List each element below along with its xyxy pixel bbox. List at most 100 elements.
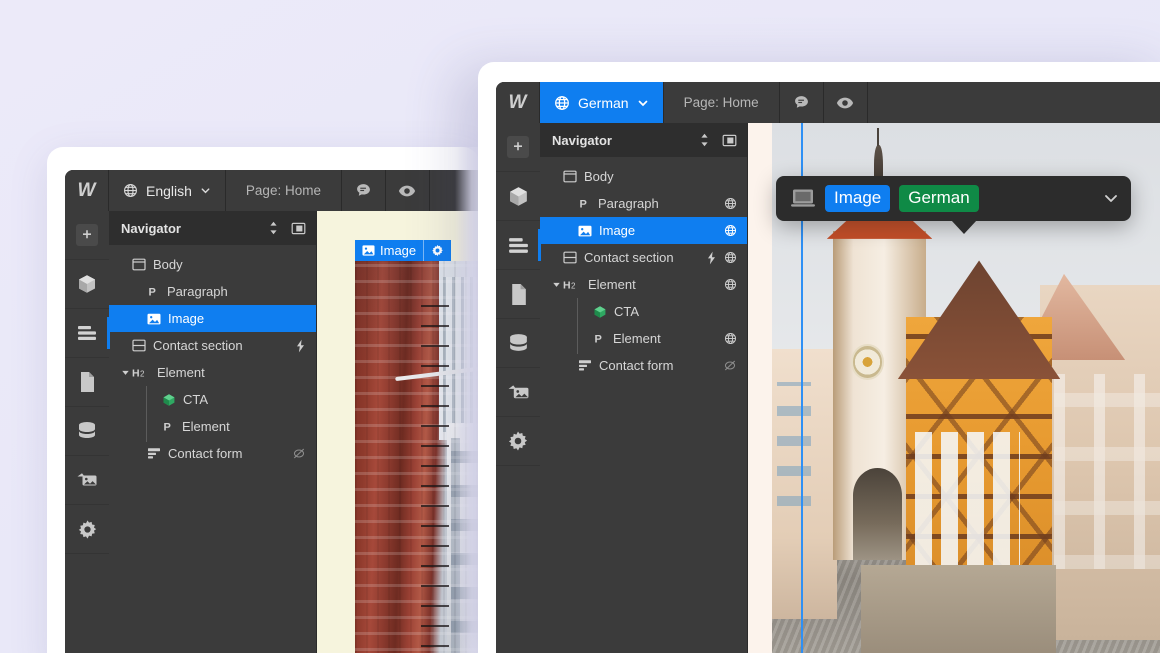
navigator-item-image[interactable]: Image xyxy=(540,217,747,244)
globe-icon[interactable] xyxy=(724,332,737,345)
page-label[interactable]: Page: Home xyxy=(226,170,342,211)
element-locale-badge[interactable]: Image German xyxy=(776,176,1131,221)
sort-updown-icon[interactable] xyxy=(268,221,279,235)
form-icon xyxy=(578,359,592,372)
h2-icon: H2 xyxy=(132,366,150,379)
page-label[interactable]: Page: Home xyxy=(664,82,780,123)
locale-switcher[interactable]: German xyxy=(540,82,664,123)
navigator-item-indicators xyxy=(716,197,737,210)
navigator-item-image[interactable]: Image xyxy=(109,305,316,332)
chevron-down-icon[interactable] xyxy=(550,280,563,289)
navigator-item-body[interactable]: Body xyxy=(540,163,747,190)
svg-text:P: P xyxy=(164,422,171,434)
navigator-item-label: Contact section xyxy=(153,338,243,353)
badge-locale-label[interactable]: German xyxy=(899,185,978,212)
rail-pages-panel[interactable] xyxy=(65,358,109,407)
navigator-item-cta[interactable]: CTA xyxy=(540,298,747,325)
comment-bubble-icon[interactable] xyxy=(342,170,386,211)
back-element-badge[interactable]: Image xyxy=(355,240,451,261)
image-icon xyxy=(147,312,161,326)
navigator-item-paragraph[interactable]: PParagraph xyxy=(109,278,316,305)
svg-text:P: P xyxy=(580,199,587,211)
navigator-item-contact-form[interactable]: Contact form xyxy=(109,440,316,467)
panel-collapse-icon[interactable] xyxy=(722,134,737,147)
panel-collapse-icon[interactable] xyxy=(291,222,306,235)
database-icon xyxy=(76,421,98,441)
rail-settings-panel[interactable] xyxy=(65,505,109,554)
body-frame-icon xyxy=(563,170,577,183)
foreground-designer-window[interactable]: W German Page: Home xyxy=(478,62,1160,653)
globe-icon[interactable] xyxy=(724,251,737,264)
hidden-eye-icon[interactable] xyxy=(723,359,737,372)
gear-icon xyxy=(507,430,529,452)
rail-add-panel[interactable] xyxy=(496,123,540,172)
eye-icon[interactable] xyxy=(824,82,868,123)
rail-assets-panel[interactable] xyxy=(65,456,109,505)
section-icon xyxy=(132,339,146,352)
chevron-down-icon[interactable] xyxy=(1101,188,1121,208)
sort-updown-icon[interactable] xyxy=(699,133,710,147)
svg-text:2: 2 xyxy=(140,370,145,379)
globe-icon[interactable] xyxy=(724,224,737,237)
bolt-icon[interactable] xyxy=(706,251,717,265)
badge-element-label[interactable]: Image xyxy=(825,185,890,212)
rail-cms-panel[interactable] xyxy=(65,407,109,456)
webflow-logo-icon[interactable]: W xyxy=(496,82,540,123)
navigator-item-cta[interactable]: CTA xyxy=(109,386,316,413)
eye-icon[interactable] xyxy=(386,170,430,211)
navigator-item-label: Body xyxy=(584,169,614,184)
page-icon xyxy=(78,371,96,393)
component-cube-icon xyxy=(593,305,607,319)
rail-components-panel[interactable] xyxy=(65,260,109,309)
navigator-item-contact-section[interactable]: Contact section xyxy=(109,332,316,359)
rail-add-panel[interactable] xyxy=(65,211,109,260)
back-navigator-header: Navigator xyxy=(109,211,316,245)
foreground-window-content: W German Page: Home xyxy=(496,82,1160,653)
navigator-item-element[interactable]: PElement xyxy=(540,325,747,352)
navigator-item-contact-section[interactable]: Contact section xyxy=(540,244,747,271)
locale-switcher[interactable]: English xyxy=(109,170,226,211)
rail-navigator-panel[interactable] xyxy=(496,221,540,270)
rail-navigator-panel[interactable] xyxy=(65,309,109,358)
image-icon xyxy=(578,224,592,238)
navigator-item-element[interactable]: H2Element xyxy=(109,359,316,386)
rail-settings-panel[interactable] xyxy=(496,417,540,466)
navigator-item-label: Body xyxy=(153,257,183,272)
navigator-item-contact-form[interactable]: Contact form xyxy=(540,352,747,379)
front-icon-rail xyxy=(496,123,540,653)
comment-bubble-icon[interactable] xyxy=(780,82,824,123)
navigator-item-element[interactable]: PElement xyxy=(109,413,316,440)
hidden-eye-icon[interactable] xyxy=(292,447,306,460)
svg-text:2: 2 xyxy=(571,282,576,291)
rail-components-panel[interactable] xyxy=(496,172,540,221)
rail-cms-panel[interactable] xyxy=(496,319,540,368)
h2-icon: H2 xyxy=(563,278,581,291)
front-navigator-list[interactable]: BodyPParagraphImageContact sectionH2Elem… xyxy=(540,157,747,653)
globe-icon[interactable] xyxy=(724,278,737,291)
navigator-item-label: Element xyxy=(613,331,661,346)
rail-assets-panel[interactable] xyxy=(496,368,540,417)
front-topbar-spacer xyxy=(868,82,1160,123)
back-canvas-image[interactable] xyxy=(355,261,479,653)
globe-icon[interactable] xyxy=(724,197,737,210)
background-designer-window[interactable]: W English Page: Home xyxy=(47,147,479,653)
back-badge-image[interactable]: Image xyxy=(355,240,423,261)
plus-square-icon xyxy=(76,224,98,246)
navigator-item-body[interactable]: Body xyxy=(109,251,316,278)
rail-pages-panel[interactable] xyxy=(496,270,540,319)
back-badge-settings[interactable] xyxy=(424,240,451,261)
back-canvas[interactable]: Image xyxy=(317,211,479,653)
navigator-item-label: Image xyxy=(168,311,204,326)
back-navigator-list[interactable]: Body PParagraph Image Contact section H2Elem… xyxy=(109,245,316,653)
paragraph-p-icon: P xyxy=(578,197,591,210)
back-badge-label: Image xyxy=(380,243,416,258)
navigator-item-label: Contact section xyxy=(584,250,674,265)
navigator-item-element[interactable]: H2Element xyxy=(540,271,747,298)
webflow-logo-icon[interactable]: W xyxy=(65,170,109,211)
navigator-item-paragraph[interactable]: P Paragraph xyxy=(540,190,747,217)
navigator-item-label: Paragraph xyxy=(598,196,659,211)
locale-label: German xyxy=(578,95,629,111)
chevron-down-icon[interactable] xyxy=(119,368,132,377)
bolt-icon[interactable] xyxy=(295,339,306,353)
cube-icon xyxy=(507,185,530,208)
